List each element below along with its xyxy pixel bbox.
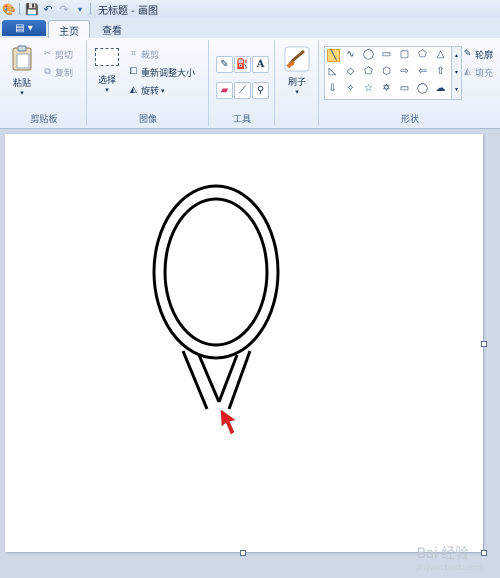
shapes-group: ╲ ∿ ◯ ▭ ▢ ⬠ △ ◺ ◇ ⬠ ⬡ ⇨ ⇦ ⇧ ⇩ ✧ ☆ ✡ ▭ ◯ … bbox=[320, 40, 500, 126]
cut-button[interactable]: ✂ 剪切 bbox=[42, 48, 73, 61]
five-point-star-shape-icon[interactable]: ☆ bbox=[363, 83, 374, 94]
hexagon-shape-icon[interactable]: ⬡ bbox=[381, 66, 392, 77]
paste-button[interactable]: 粘贴 ▾ bbox=[8, 44, 36, 97]
curve-shape-icon[interactable]: ∿ bbox=[345, 49, 356, 60]
paint-app-icon[interactable]: 🎨 bbox=[2, 2, 16, 16]
drawn-line-left-outer bbox=[181, 350, 209, 410]
rounded-rect-shape-icon[interactable]: ▢ bbox=[399, 49, 410, 60]
triangle-shape-icon[interactable]: △ bbox=[435, 49, 446, 60]
right-triangle-shape-icon[interactable]: ◺ bbox=[327, 66, 338, 77]
shapes-gallery[interactable]: ╲ ∿ ◯ ▭ ▢ ⬠ △ ◺ ◇ ⬠ ⬡ ⇨ ⇦ ⇧ ⇩ ✧ ☆ ✡ ▭ ◯ … bbox=[324, 46, 452, 100]
tools-group-label: 工具 bbox=[232, 115, 251, 125]
pentagon-shape-icon[interactable]: ⬠ bbox=[363, 66, 374, 77]
red-arrow-cursor-icon bbox=[220, 409, 236, 435]
crop-icon: ⌗ bbox=[130, 49, 137, 59]
undo-icon[interactable]: ↶ bbox=[41, 2, 55, 16]
text-tool-icon[interactable]: A bbox=[252, 56, 269, 73]
cloud-callout-shape-icon[interactable]: ☁ bbox=[435, 83, 446, 94]
brushes-group: 刷子 ▾ bbox=[276, 40, 319, 126]
crop-button[interactable]: ⌗ 裁剪 bbox=[128, 48, 159, 61]
rotate-label: 旋转 bbox=[141, 87, 160, 97]
color-picker-icon[interactable]: ⟋ bbox=[234, 82, 251, 99]
drawing-canvas[interactable] bbox=[5, 134, 487, 556]
image-group: 选择 ▾ ⌗ 裁剪 ⧠ 重新调整大小 ◭ 旋转 ▾ 图像 bbox=[88, 40, 209, 126]
chevron-down-icon: ▾ bbox=[161, 86, 165, 95]
right-arrow-shape-icon[interactable]: ⇨ bbox=[399, 66, 410, 77]
save-icon[interactable]: 💾 bbox=[25, 2, 39, 16]
pencil-icon[interactable]: ✎ bbox=[216, 56, 233, 73]
rotate-button[interactable]: ◭ 旋转 ▾ bbox=[128, 84, 165, 97]
callout-rect-shape-icon[interactable]: ▭ bbox=[399, 83, 410, 94]
resize-icon: ⧠ bbox=[129, 67, 138, 77]
ribbon: 粘贴 ▾ ✂ 剪切 ⧉ 复制 剪贴板 选择 ▾ ⌗ 裁剪 ⧠ 重新调整大小 ◭ … bbox=[0, 38, 500, 129]
resize-button[interactable]: ⧠ 重新调整大小 bbox=[128, 66, 195, 79]
brush-icon bbox=[284, 46, 310, 72]
scissors-icon: ✂ bbox=[43, 49, 52, 59]
down-arrow-shape-icon[interactable]: ⇩ bbox=[327, 83, 338, 94]
outline-label: 轮廓 bbox=[475, 51, 494, 61]
fill-button[interactable]: ◭ 填充 bbox=[462, 66, 493, 79]
tools-group: ✎ ⛽ A ▰ ⟋ ⚲ 工具 bbox=[210, 40, 275, 126]
shapes-group-label: 形状 bbox=[400, 115, 419, 125]
outline-icon: ✎ bbox=[463, 49, 472, 59]
chevron-down-icon: ▾ bbox=[105, 86, 109, 94]
paste-label: 粘贴 bbox=[12, 79, 31, 89]
copy-button[interactable]: ⧉ 复制 bbox=[42, 66, 73, 79]
drawn-inner-ellipse bbox=[163, 197, 269, 347]
window-title: 无标题 - 画图 bbox=[98, 5, 158, 17]
callout-oval-shape-icon[interactable]: ◯ bbox=[417, 83, 428, 94]
workspace: Bai 经验 jingyan.baidu.com bbox=[0, 129, 500, 578]
resize-handle-right[interactable] bbox=[481, 341, 487, 347]
fill-bucket-icon[interactable]: ⛽ bbox=[234, 56, 251, 73]
redo-icon[interactable]: ↷ bbox=[57, 2, 71, 16]
copy-label: 复制 bbox=[55, 69, 74, 79]
file-menu-button[interactable]: ▤ ▾ bbox=[2, 20, 46, 36]
watermark-sub: jingyan.baidu.com bbox=[416, 563, 483, 572]
resize-label: 重新调整大小 bbox=[141, 69, 196, 79]
clipboard-group-label: 剪贴板 bbox=[30, 115, 58, 125]
tab-view[interactable]: 查看 bbox=[92, 20, 132, 38]
image-group-label: 图像 bbox=[138, 115, 157, 125]
polygon-shape-icon[interactable]: ⬠ bbox=[417, 49, 428, 60]
watermark-text: Bai 经验 bbox=[416, 546, 469, 562]
watermark: Bai 经验 jingyan.baidu.com bbox=[416, 543, 483, 572]
customize-qat-icon[interactable]: ▾ bbox=[73, 2, 87, 16]
title-bar: 🎨 💾 ↶ ↷ ▾ 无标题 - 画图 bbox=[0, 0, 500, 18]
select-button[interactable]: 选择 ▾ bbox=[92, 48, 122, 94]
six-point-star-shape-icon[interactable]: ✡ bbox=[381, 83, 392, 94]
paste-icon bbox=[12, 45, 32, 71]
copy-icon: ⧉ bbox=[44, 67, 51, 77]
magnifier-icon[interactable]: ⚲ bbox=[252, 82, 269, 99]
ribbon-tab-row: ▤ ▾ 主页 查看 bbox=[0, 18, 500, 39]
cut-label: 剪切 bbox=[55, 51, 74, 61]
chevron-down-icon: ▾ bbox=[20, 89, 24, 97]
fill-label: 填充 bbox=[475, 69, 494, 79]
drawn-line-right-outer bbox=[227, 350, 252, 410]
clipboard-group: 粘贴 ▾ ✂ 剪切 ⧉ 复制 剪贴板 bbox=[2, 40, 87, 126]
drawing bbox=[152, 184, 280, 435]
brushes-button[interactable]: 刷子 ▾ bbox=[281, 46, 313, 96]
rotate-icon: ◭ bbox=[130, 85, 137, 95]
chevron-down-icon: ▾ bbox=[295, 88, 299, 96]
brushes-label: 刷子 bbox=[287, 78, 306, 88]
up-arrow-shape-icon[interactable]: ⇧ bbox=[435, 66, 446, 77]
select-rectangle-icon bbox=[95, 48, 119, 66]
four-point-star-shape-icon[interactable]: ✧ bbox=[345, 83, 356, 94]
oval-shape-icon[interactable]: ◯ bbox=[363, 49, 374, 60]
crop-label: 裁剪 bbox=[141, 51, 160, 61]
left-arrow-shape-icon[interactable]: ⇦ bbox=[417, 66, 428, 77]
fill-icon: ◭ bbox=[464, 67, 471, 77]
eraser-icon[interactable]: ▰ bbox=[216, 82, 233, 99]
diamond-shape-icon[interactable]: ◇ bbox=[345, 66, 356, 77]
outline-button[interactable]: ✎ 轮廓 bbox=[462, 48, 493, 61]
line-shape-icon[interactable]: ╲ bbox=[327, 49, 340, 62]
toolbar-separator bbox=[19, 3, 20, 15]
shapes-scroll[interactable]: ▴ ▾ ▾ bbox=[451, 46, 462, 100]
rectangle-shape-icon[interactable]: ▭ bbox=[381, 49, 392, 60]
tab-home[interactable]: 主页 bbox=[48, 20, 90, 39]
select-label: 选择 bbox=[97, 76, 116, 86]
toolbar-separator bbox=[90, 3, 91, 15]
resize-handle-bottom[interactable] bbox=[240, 550, 246, 556]
